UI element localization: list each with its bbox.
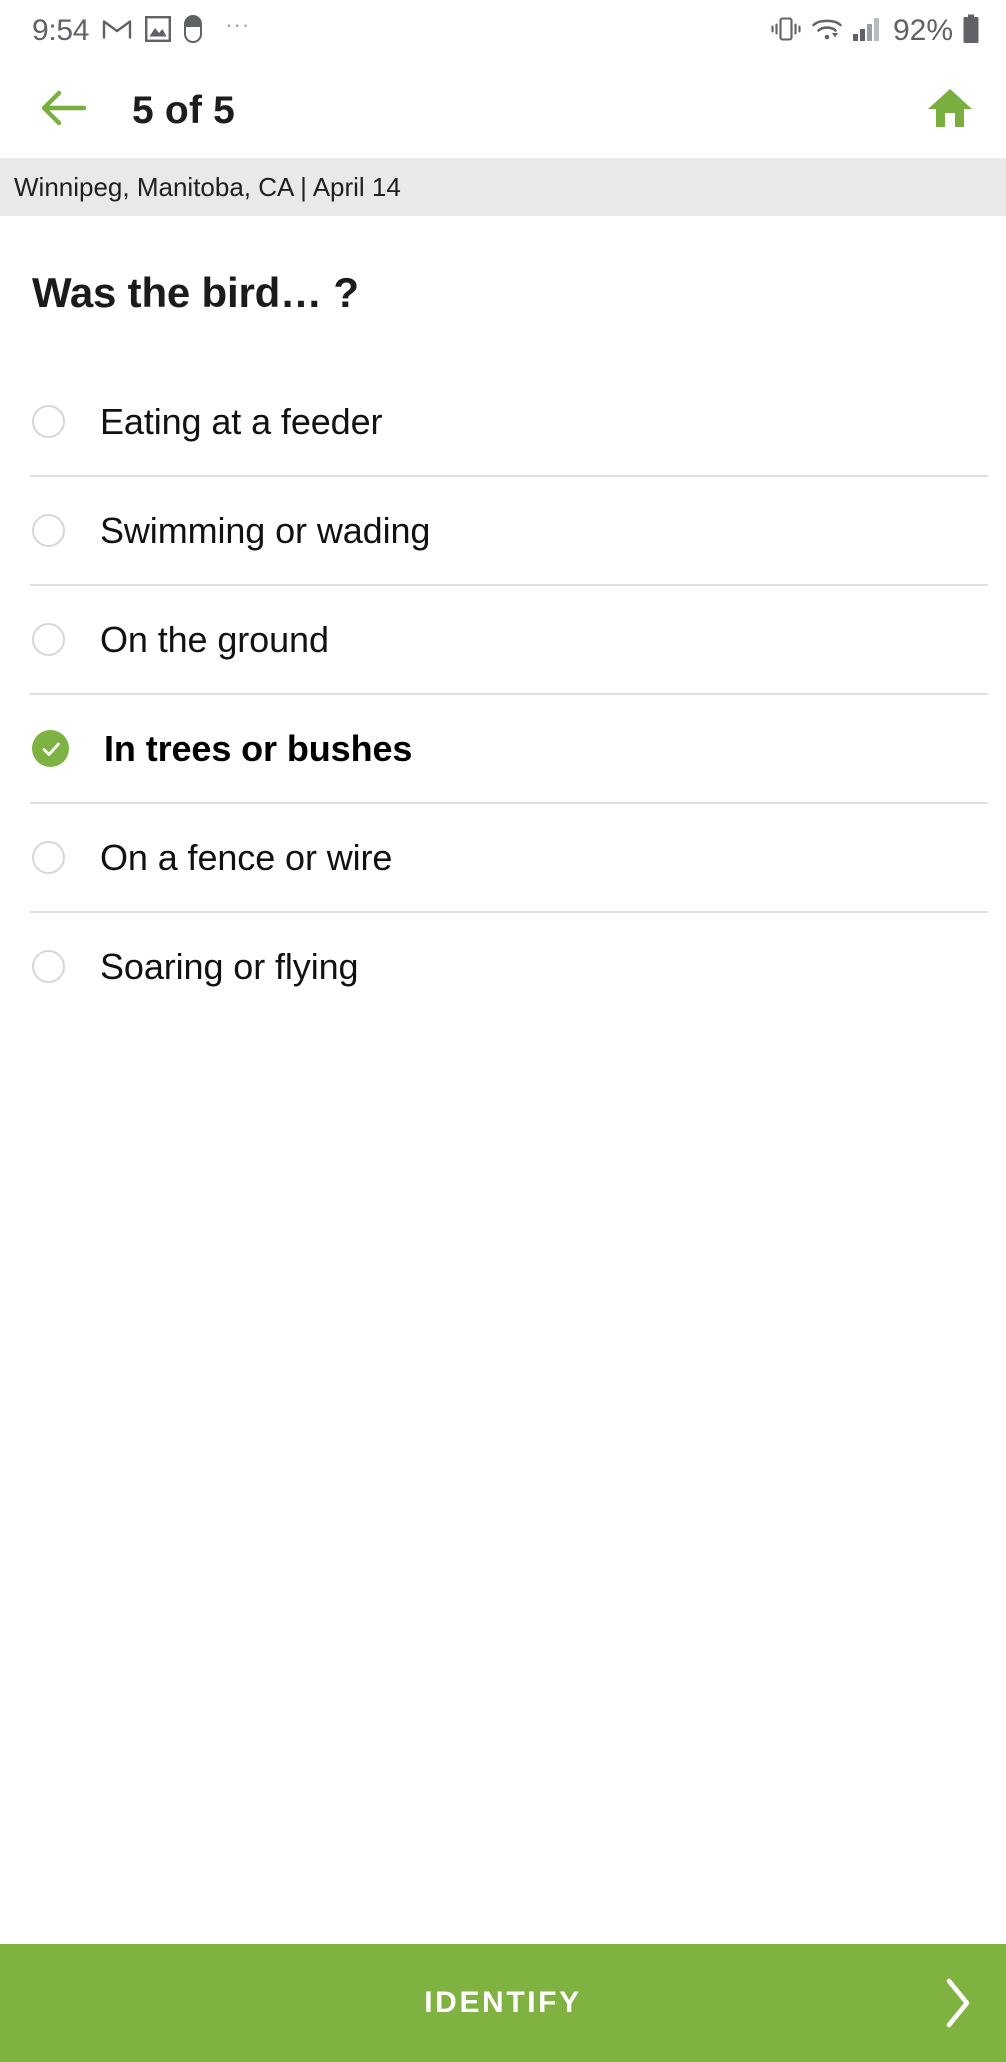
option-label: Swimming or wading <box>100 509 431 551</box>
cellular-signal-icon <box>852 16 882 47</box>
location-date-label: Winnipeg, Manitoba, CA | April 14 <box>14 172 401 202</box>
option-label: In trees or bushes <box>104 727 413 769</box>
status-bar-right: 92% <box>770 14 980 49</box>
option-row[interactable]: Swimming or wading <box>0 477 1006 585</box>
option-row[interactable]: On the ground <box>0 586 1006 694</box>
gmail-icon <box>102 17 132 46</box>
page-title: 5 of 5 <box>132 88 236 132</box>
main-content: Was the bird… ? Eating at a feeder Swimm… <box>0 216 1006 1944</box>
radio-unchecked-icon[interactable] <box>32 514 65 548</box>
option-label: On a fence or wire <box>100 836 393 878</box>
option-row-selected[interactable]: In trees or bushes <box>0 695 1006 803</box>
status-bar: 9:54 ··· 92% <box>0 0 1006 62</box>
back-button[interactable] <box>34 81 92 139</box>
status-bar-left: 9:54 ··· <box>32 12 251 48</box>
battery-full-icon <box>962 14 980 49</box>
options-list: Eating at a feeder Swimming or wading On… <box>0 368 1006 1021</box>
vibrate-icon <box>770 15 802 48</box>
radio-unchecked-icon[interactable] <box>32 405 65 439</box>
status-clock: 9:54 <box>32 14 90 47</box>
app-bar: 5 of 5 <box>0 62 1006 158</box>
radio-unchecked-icon[interactable] <box>32 950 65 984</box>
radio-unchecked-icon[interactable] <box>32 623 65 657</box>
question-title: Was the bird… ? <box>32 269 359 316</box>
location-bar: Winnipeg, Manitoba, CA | April 14 <box>0 158 1006 216</box>
chevron-right-icon <box>942 1977 972 2029</box>
option-row[interactable]: Soaring or flying <box>0 913 1006 1021</box>
home-button[interactable] <box>922 82 978 138</box>
phone-screen: 9:54 ··· 92% 5 of 5 Winnipeg, Manitoba, … <box>0 0 1006 2062</box>
option-label: On the ground <box>100 618 329 660</box>
pill-icon <box>184 14 203 48</box>
battery-percent-label: 92% <box>892 14 953 47</box>
photo-icon <box>145 15 172 47</box>
wifi-icon <box>811 16 843 47</box>
option-label: Eating at a feeder <box>100 400 383 442</box>
option-row[interactable]: Eating at a feeder <box>0 368 1006 476</box>
identify-button[interactable]: IDENTIFY <box>0 1944 1006 2062</box>
status-overflow-icon: ··· <box>225 12 251 37</box>
radio-checked-icon[interactable] <box>32 730 69 768</box>
identify-button-label: IDENTIFY <box>424 1986 582 2019</box>
arrow-left-icon <box>39 88 87 133</box>
radio-unchecked-icon[interactable] <box>32 841 65 875</box>
home-icon <box>927 87 973 134</box>
option-row[interactable]: On a fence or wire <box>0 804 1006 912</box>
option-label: Soaring or flying <box>100 945 359 987</box>
